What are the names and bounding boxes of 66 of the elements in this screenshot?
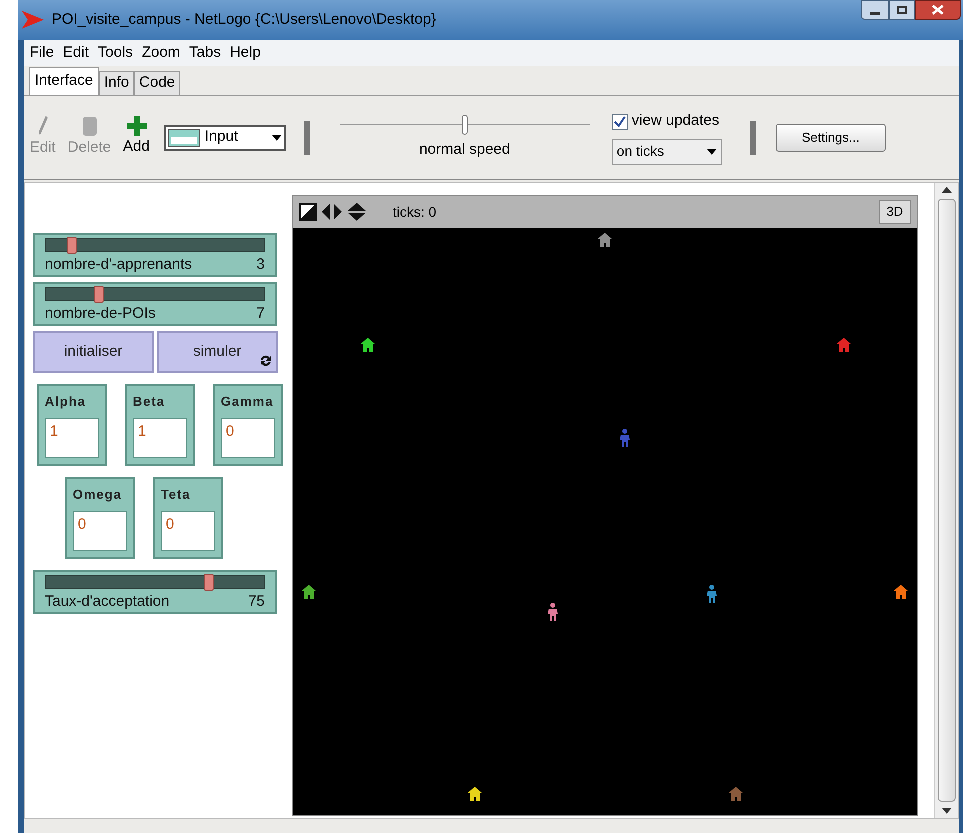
- menu-item[interactable]: File: [30, 42, 54, 64]
- menu-item[interactable]: Tabs: [189, 42, 222, 64]
- settings-button[interactable]: Settings...: [776, 124, 886, 152]
- input-field[interactable]: 1: [133, 418, 187, 458]
- slider-widget[interactable]: nombre-d'-apprenants 3: [33, 233, 277, 277]
- toolbar-separator: [750, 120, 756, 154]
- menu-item[interactable]: Help: [230, 42, 261, 64]
- input-widget-icon: [168, 128, 200, 146]
- toolbar-separator: [304, 120, 310, 154]
- input-label: Gamma: [221, 393, 275, 411]
- maximize-button[interactable]: [889, 0, 915, 20]
- slider-value: 3: [256, 255, 265, 275]
- 3d-view-button[interactable]: 3D: [879, 200, 911, 224]
- scroll-up-icon[interactable]: [942, 187, 952, 193]
- app-logo-icon: [22, 11, 44, 29]
- horizontal-arrows-icon[interactable]: [321, 203, 343, 221]
- input-label: Beta: [133, 393, 166, 411]
- input-field[interactable]: 0: [221, 418, 275, 458]
- command-button[interactable]: simuler: [157, 331, 278, 373]
- slider-label: Taux-d'acceptation: [45, 592, 170, 612]
- caret-icon: [272, 134, 282, 140]
- repeat-icon: [260, 355, 272, 367]
- tab[interactable]: Code: [134, 71, 180, 95]
- tab[interactable]: Info: [99, 71, 134, 95]
- slider-label: nombre-d'-apprenants: [45, 255, 192, 275]
- input-field[interactable]: 1: [45, 418, 99, 458]
- view-updates-checkbox[interactable]: [612, 114, 628, 130]
- speed-label: normal speed: [419, 140, 510, 160]
- input-field[interactable]: 0: [73, 510, 127, 550]
- slider-thumb[interactable]: [462, 115, 468, 136]
- window-title: POI_visite_campus - NetLogo {C:\Users\Lenovo\Desktop}: [52, 10, 436, 30]
- slider-value: 75: [248, 592, 265, 612]
- view-updates-label: view updates: [632, 111, 720, 132]
- pencil-icon: [36, 115, 49, 138]
- menu-item[interactable]: Zoom: [142, 42, 180, 64]
- scroll-down-icon[interactable]: [942, 808, 952, 814]
- input-field[interactable]: 0: [161, 510, 215, 550]
- input-label: Omega: [73, 486, 124, 504]
- caret-icon: [706, 148, 717, 155]
- slider-thumb[interactable]: [94, 286, 104, 303]
- slider-widget[interactable]: nombre-de-POIs 7: [33, 282, 277, 326]
- resize-icon[interactable]: [299, 203, 317, 221]
- minimize-button[interactable]: [861, 0, 889, 20]
- command-button[interactable]: initialiser: [33, 331, 154, 373]
- add-button[interactable]: Add: [123, 116, 150, 159]
- vertical-scrollbar[interactable]: [934, 183, 958, 818]
- scroll-thumb[interactable]: [938, 199, 956, 802]
- slider-thumb[interactable]: [67, 237, 77, 254]
- ticks-counter: ticks: 0: [393, 202, 437, 222]
- plus-icon: [126, 116, 147, 136]
- close-icon: [932, 5, 944, 15]
- slider-thumb[interactable]: [204, 574, 214, 591]
- update-mode-dropdown[interactable]: on ticks: [612, 138, 722, 165]
- input-label: Alpha: [45, 393, 88, 411]
- input-label: Teta: [161, 486, 192, 504]
- close-button[interactable]: [915, 0, 961, 20]
- speed-slider[interactable]: [340, 113, 590, 136]
- tab[interactable]: Interface: [29, 67, 100, 95]
- slider-label: nombre-de-POIs: [45, 304, 156, 324]
- widget-type-dropdown[interactable]: Input: [164, 124, 286, 150]
- menu-item[interactable]: Tools: [98, 42, 134, 64]
- slider-value: 7: [256, 304, 265, 324]
- slider-widget[interactable]: Taux-d'acceptation 75: [33, 570, 277, 614]
- menu-item[interactable]: Edit: [63, 42, 90, 64]
- trash-can-icon: [82, 115, 98, 138]
- vertical-arrows-icon[interactable]: [347, 202, 367, 222]
